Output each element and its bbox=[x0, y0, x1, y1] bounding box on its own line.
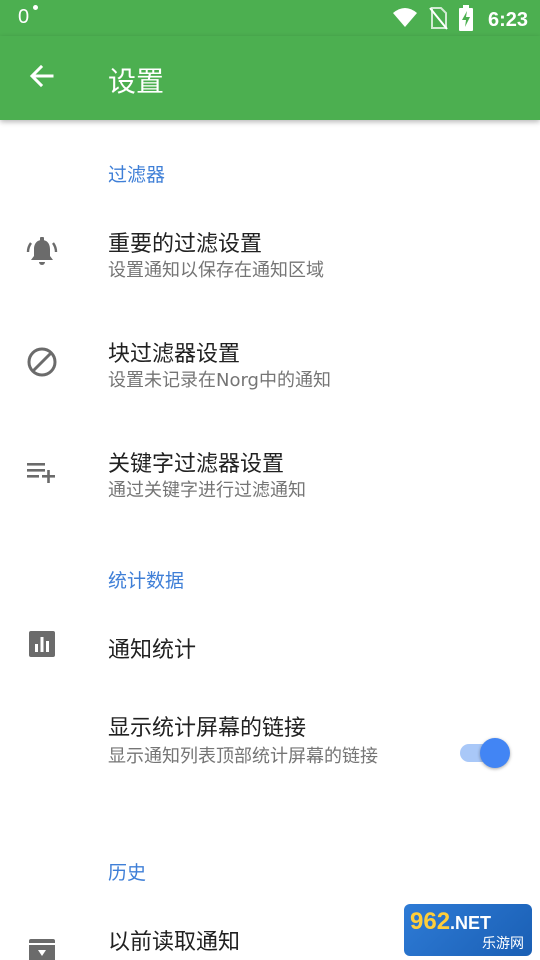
status-indicator: 0 bbox=[18, 6, 30, 28]
back-button[interactable] bbox=[20, 58, 64, 98]
watermark-text: 962.NET bbox=[410, 908, 492, 935]
settings-list: 过滤器 重要的过滤设置 设置通知以保存在通知区域 块过滤器设置 设置未记录在No… bbox=[0, 120, 540, 960]
setting-notification-stats[interactable]: 通知统计 bbox=[0, 610, 540, 680]
archive-download-icon bbox=[22, 930, 62, 960]
setting-title: 重要的过滤设置 bbox=[108, 232, 263, 257]
setting-title: 块过滤器设置 bbox=[108, 342, 241, 367]
section-header-history: 历史 bbox=[108, 862, 147, 884]
bell-ring-icon bbox=[22, 232, 62, 272]
status-time: 6:23 bbox=[487, 8, 528, 31]
setting-subtitle: 显示通知列表顶部统计屏幕的链接 bbox=[108, 746, 378, 767]
site-watermark-logo: 962.NET 乐游网 bbox=[404, 904, 532, 956]
page-title: 设置 bbox=[108, 65, 165, 98]
arrow-back-icon bbox=[28, 62, 56, 94]
setting-subtitle: 设置未记录在Norg中的通知 bbox=[108, 370, 331, 391]
status-icons: 6:23 bbox=[392, 5, 528, 35]
section-header-filter: 过滤器 bbox=[108, 164, 166, 186]
setting-block-filter[interactable]: 块过滤器设置 设置未记录在Norg中的通知 bbox=[0, 316, 540, 416]
playlist-add-icon bbox=[22, 452, 62, 492]
section-header-stats: 统计数据 bbox=[108, 570, 185, 592]
setting-show-stats-link[interactable]: 显示统计屏幕的链接 显示通知列表顶部统计屏幕的链接 bbox=[0, 696, 540, 806]
setting-title: 显示统计屏幕的链接 bbox=[108, 716, 307, 741]
setting-title: 通知统计 bbox=[108, 638, 197, 663]
status-dot bbox=[33, 5, 38, 10]
block-icon bbox=[22, 342, 62, 382]
setting-important-filter[interactable]: 重要的过滤设置 设置通知以保存在通知区域 bbox=[0, 206, 540, 306]
setting-title: 以前读取通知 bbox=[108, 930, 241, 955]
no-sim-icon bbox=[428, 6, 448, 34]
setting-title: 关键字过滤器设置 bbox=[108, 452, 285, 477]
bar-chart-icon bbox=[22, 624, 62, 664]
toggle-thumb bbox=[480, 738, 510, 768]
setting-subtitle: 通过关键字进行过滤通知 bbox=[108, 480, 306, 501]
status-bar: 0 6:23 bbox=[0, 0, 540, 36]
battery-charging-icon bbox=[458, 5, 474, 35]
setting-keyword-filter[interactable]: 关键字过滤器设置 通过关键字进行过滤通知 bbox=[0, 426, 540, 526]
setting-subtitle: 设置通知以保存在通知区域 bbox=[108, 260, 324, 281]
watermark-subtext: 乐游网 bbox=[482, 936, 524, 952]
app-bar: 设置 bbox=[0, 36, 540, 120]
wifi-icon bbox=[392, 7, 418, 33]
show-stats-link-toggle[interactable] bbox=[460, 736, 512, 770]
